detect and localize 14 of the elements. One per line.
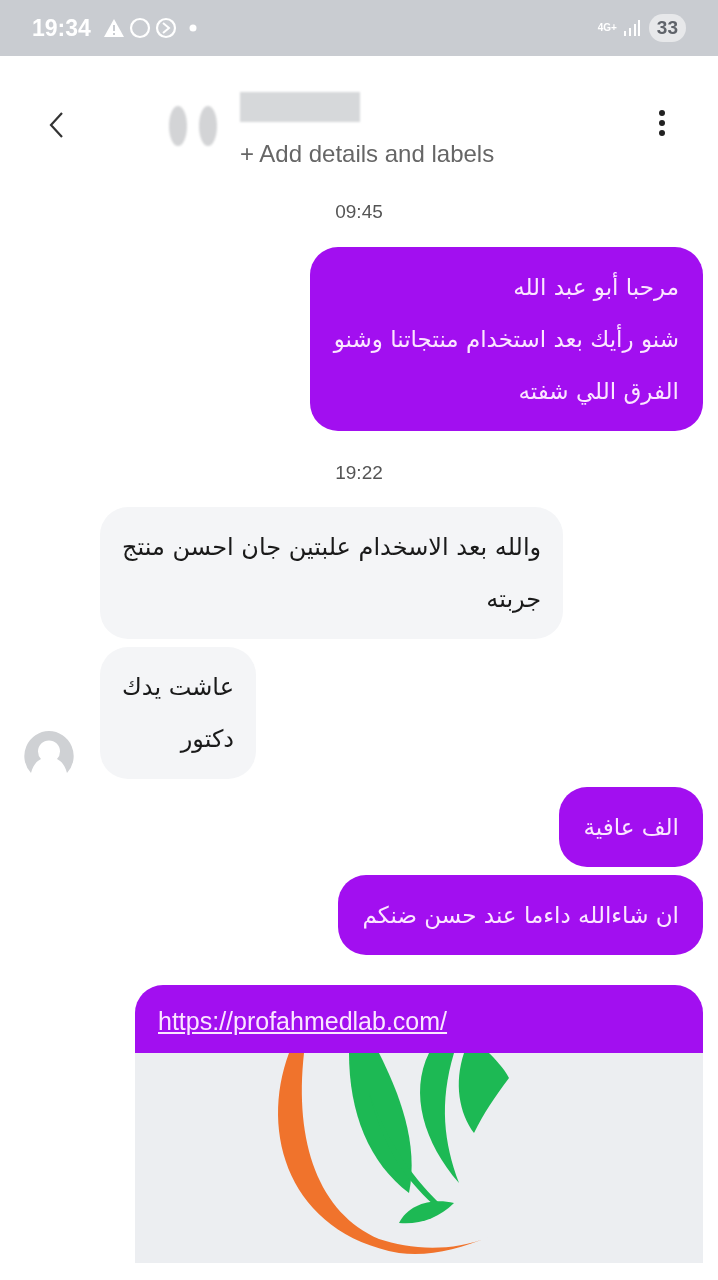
outgoing-message: الف عافية	[559, 787, 703, 867]
battery-indicator: 33	[648, 14, 686, 42]
more-icon	[658, 109, 666, 137]
outgoing-message: مرحبا أبو عبد الله شنو رأيك بعد استخدام منتجاتنا وشنو الفرق اللي شفته	[309, 246, 703, 431]
timestamp: 19:22	[335, 460, 383, 485]
add-details-link[interactable]: + Add details and labels	[240, 136, 495, 172]
back-icon	[48, 111, 64, 139]
dot-icon	[188, 24, 197, 32]
timestamp: 09:45	[335, 200, 383, 224]
outgoing-message: ان شاءالله داءما عند حسن ضنكم	[338, 875, 703, 955]
incoming-message: عاشت يدك دكتور	[100, 647, 256, 779]
incoming-message: والله بعد الاسخدام علبتين جان احسن منتج جربته	[100, 507, 564, 639]
signal-icon	[622, 19, 641, 37]
warning-icon	[102, 18, 125, 38]
